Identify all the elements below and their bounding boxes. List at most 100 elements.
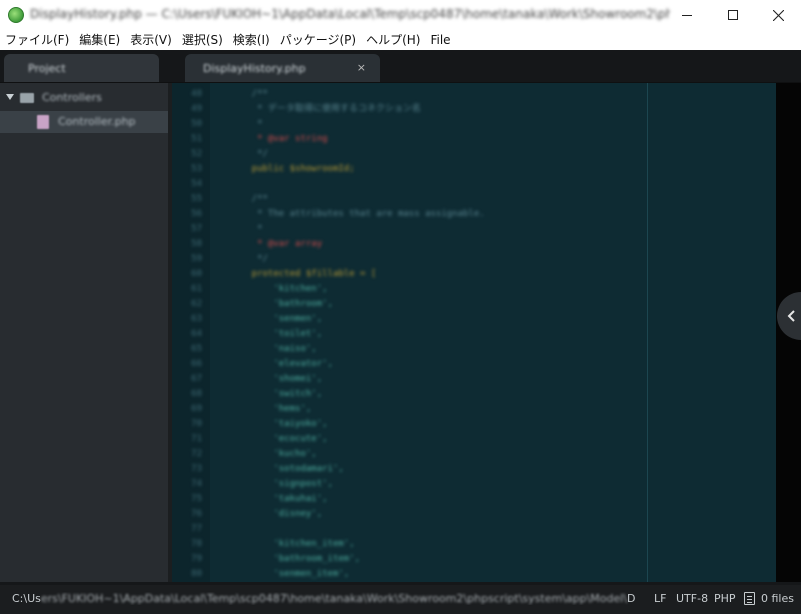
line-content: 'naiso', [230, 344, 317, 354]
line-number: 61 [191, 284, 202, 294]
menu-selection[interactable]: 選択(S) [177, 30, 228, 50]
status-encoding[interactable]: UTF-8 [676, 592, 708, 605]
line-content: 'switch', [230, 389, 323, 399]
chevron-down-icon[interactable] [6, 94, 14, 100]
line-number: 79 [191, 554, 202, 564]
line-number: 57 [191, 224, 202, 234]
code-line: 52 */ [172, 147, 776, 162]
line-number: 51 [191, 134, 202, 144]
menu-view[interactable]: 表示(V) [125, 30, 177, 50]
code-line: 61 'kitchen', [172, 282, 776, 297]
code-line: 68 'switch', [172, 387, 776, 402]
code-line: 51 * @var string [172, 132, 776, 147]
status-bar: C:\Users\FUKIOH~1\AppData\Local\Temp\scp… [0, 585, 801, 614]
tree-folder-row[interactable]: Controllers [0, 87, 168, 109]
code-editor[interactable]: 48 /** 49 * データ取得に使用するコネクション名 50 * 51 * @va… [172, 83, 776, 582]
line-content: 'senmen', [230, 314, 323, 324]
line-number: 75 [191, 494, 202, 504]
line-content: 'bathroom', [230, 299, 333, 309]
window-title: DisplayHistory.php — C:\Users\FUKIOH~1\A… [30, 7, 670, 21]
code-line: 70 'taiyoko', [172, 417, 776, 432]
tree-folder-label: Controllers [42, 91, 102, 104]
line-number: 53 [191, 164, 202, 174]
line-number: 74 [191, 479, 202, 489]
tree-file-row[interactable]: Controller.php [0, 111, 168, 133]
code-line: 56 * The attributes that are mass assign… [172, 207, 776, 222]
line-number: 78 [191, 539, 202, 549]
tree-file-label: Controller.php [58, 115, 136, 128]
tab-project-label: Project [28, 62, 66, 75]
code-line: 54 [172, 177, 776, 192]
line-content: 'taiyoko', [230, 419, 328, 429]
code-line: 75 'takuhai', [172, 492, 776, 507]
tab-file-label: DisplayHistory.php [203, 62, 306, 75]
line-number: 58 [191, 239, 202, 249]
git-files-icon [744, 592, 755, 605]
code-line: 67 'shomei', [172, 372, 776, 387]
line-content: /** [230, 89, 268, 99]
line-number: 72 [191, 449, 202, 459]
tab-bar: Project DisplayHistory.php × [0, 50, 801, 83]
line-number: 54 [191, 179, 202, 189]
maximize-button[interactable] [710, 0, 756, 30]
line-number: 80 [191, 569, 202, 579]
maximize-icon [728, 10, 738, 20]
code-lines: 48 /** 49 * データ取得に使用するコネクション名 50 * 51 * @va… [172, 87, 776, 582]
code-line: 76 'disney', [172, 507, 776, 522]
line-content: * @var array [230, 239, 323, 249]
line-number: 73 [191, 464, 202, 474]
close-button[interactable] [755, 0, 801, 30]
line-content: 'senmen_item', [230, 569, 350, 579]
menu-bar: ファイル(F) 編集(E) 表示(V) 選択(S) 検索(I) パッケージ(P)… [0, 30, 801, 50]
line-content: * @var string [230, 134, 328, 144]
status-file-path[interactable]: C:\Users\FUKIOH~1\AppData\Local\Temp\scp… [12, 592, 636, 605]
line-content: 'shomei', [230, 374, 323, 384]
line-content: public $showroomId; [230, 164, 355, 174]
status-path-end: DisplayH [627, 592, 636, 605]
status-grammar[interactable]: PHP [714, 592, 736, 605]
code-line: 65 'naiso', [172, 342, 776, 357]
line-content: 'sotodamari', [230, 464, 344, 474]
code-line: 78 'kitchen_item', [172, 537, 776, 552]
line-content: 'signpost', [230, 479, 333, 489]
code-line: 49 * データ取得に使用するコネクション名 [172, 102, 776, 117]
minimize-icon [682, 14, 692, 16]
code-line: 73 'sotodamari', [172, 462, 776, 477]
menu-file[interactable]: ファイル(F) [0, 30, 74, 50]
line-content: 'elevator', [230, 359, 333, 369]
code-line: 77 [172, 522, 776, 537]
line-content: 'takuhai', [230, 494, 328, 504]
tab-close-icon[interactable]: × [357, 61, 366, 74]
line-content: */ [230, 149, 268, 159]
code-line: 48 /** [172, 87, 776, 102]
menu-packages[interactable]: パッケージ(P) [275, 30, 361, 50]
menu-edit[interactable]: 編集(E) [74, 30, 125, 50]
menu-help[interactable]: ヘルプ(H) [361, 30, 425, 50]
line-content: 'kitchen_item', [230, 539, 355, 549]
code-line: 69 'hems', [172, 402, 776, 417]
line-content: * [230, 119, 263, 129]
line-content: 'toilet', [230, 329, 323, 339]
line-content: * [230, 224, 263, 234]
code-line: 63 'senmen', [172, 312, 776, 327]
line-number: 64 [191, 329, 202, 339]
code-line: 60 protected $fillable = [ [172, 267, 776, 282]
menu-find[interactable]: 検索(I) [228, 30, 275, 50]
status-files[interactable]: 0 files [761, 592, 794, 605]
code-line: 64 'toilet', [172, 327, 776, 342]
code-line: 80 'senmen_item', [172, 567, 776, 582]
line-content: 'ecocute', [230, 434, 328, 444]
status-line-ending[interactable]: LF [654, 592, 666, 605]
line-content: * データ取得に使用するコネクション名 [230, 104, 421, 114]
line-number: 48 [191, 89, 202, 99]
file-icon [37, 115, 49, 129]
line-content: 'bathroom_item', [230, 554, 361, 564]
menu-file-extra[interactable]: File [425, 30, 455, 50]
line-number: 67 [191, 374, 202, 384]
line-number: 63 [191, 314, 202, 324]
minimize-button[interactable] [664, 0, 710, 30]
code-line: 62 'bathroom', [172, 297, 776, 312]
tab-file[interactable]: DisplayHistory.php × [185, 54, 380, 83]
tab-project[interactable]: Project [4, 54, 159, 83]
folder-icon [20, 93, 34, 103]
